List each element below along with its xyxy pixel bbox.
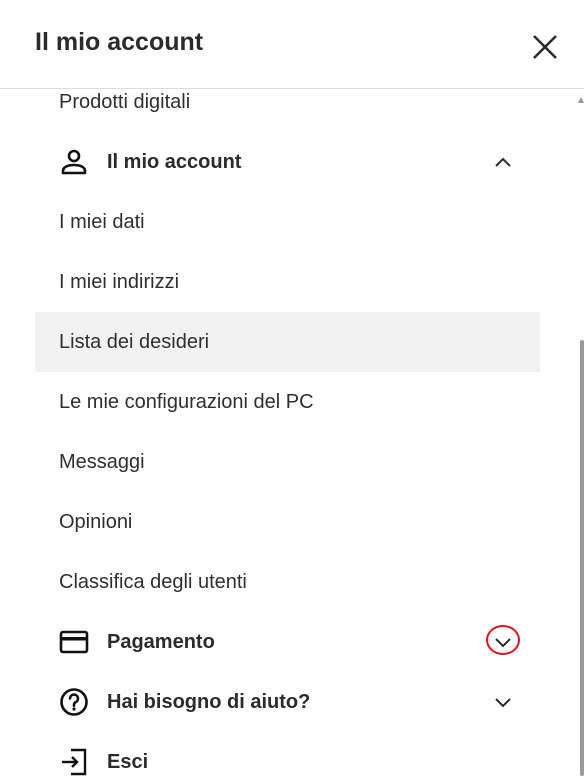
menu-item-i-miei-indirizzi[interactable]: I miei indirizzi <box>35 252 540 312</box>
menu-item-lista-dei-desideri[interactable]: Lista dei desideri <box>35 312 540 372</box>
chevron-up-icon[interactable] <box>489 148 517 176</box>
person-icon <box>61 149 87 175</box>
close-button[interactable] <box>528 30 562 64</box>
help-circle-icon <box>60 688 88 716</box>
logout-item[interactable]: Esci <box>35 732 540 776</box>
menu-title: Il mio account <box>35 28 204 56</box>
red-annotation-circle <box>486 625 520 655</box>
menu-item-classifica-utenti[interactable]: Classifica degli utenti <box>35 552 540 612</box>
section-label: Hai bisogno di aiuto? <box>107 690 311 713</box>
menu-header: Il mio account <box>0 0 584 89</box>
section-label: Pagamento <box>107 630 215 653</box>
menu-item-i-miei-dati[interactable]: I miei dati <box>35 192 540 252</box>
close-icon <box>533 35 557 59</box>
section-aiuto[interactable]: Hai bisogno di aiuto? <box>35 672 540 732</box>
section-label: Il mio account <box>107 150 242 173</box>
scroll-up-arrow-icon[interactable] <box>578 97 584 103</box>
logout-label: Esci <box>107 750 149 773</box>
menu-item-prodotti-digitali[interactable]: Prodotti digitali <box>35 90 540 132</box>
chevron-down-icon[interactable] <box>489 688 517 716</box>
section-pagamento[interactable]: Pagamento <box>35 612 540 672</box>
section-il-mio-account[interactable]: Il mio account <box>35 132 540 192</box>
menu-item-configurazioni-pc[interactable]: Le mie configurazioni del PC <box>35 372 540 432</box>
credit-card-icon <box>59 630 89 654</box>
logout-icon <box>62 748 87 776</box>
scrollbar-thumb[interactable] <box>580 340 584 776</box>
menu-item-opinioni[interactable]: Opinioni <box>35 492 540 552</box>
menu-item-messaggi[interactable]: Messaggi <box>35 432 540 492</box>
menu-list[interactable]: Prodotti digitali Il mio account I miei … <box>0 90 584 776</box>
